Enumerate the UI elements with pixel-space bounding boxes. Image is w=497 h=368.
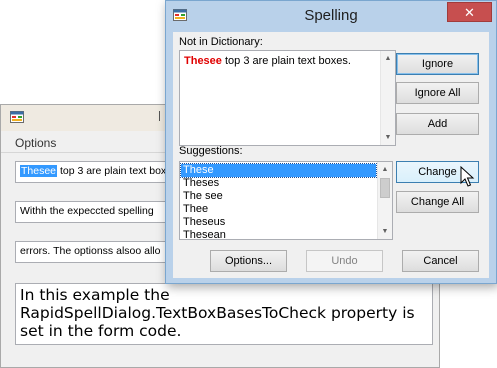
app-icon bbox=[10, 111, 24, 123]
context-text: top 3 are plain text boxes. bbox=[221, 55, 351, 67]
textbox-1[interactable]: Thesee top 3 are plain text box bbox=[15, 161, 175, 183]
options-button[interactable]: Options... bbox=[210, 250, 287, 272]
change-all-button[interactable]: Change All bbox=[396, 191, 479, 213]
scroll-up-arrow-icon[interactable]: ▲ bbox=[381, 51, 395, 66]
suggestion-item[interactable]: These bbox=[180, 163, 377, 178]
ignore-all-button[interactable]: Ignore All bbox=[396, 82, 479, 104]
suggestions-scrollbar[interactable]: ▲ ▼ bbox=[377, 162, 392, 239]
scrollbar-thumb[interactable] bbox=[380, 178, 390, 198]
scroll-up-arrow-icon[interactable]: ▲ bbox=[378, 162, 392, 177]
not-in-dictionary-label: Not in Dictionary: bbox=[179, 36, 263, 48]
suggestions-label: Suggestions: bbox=[179, 145, 243, 157]
textbox-2[interactable]: Withh the expeccted spelling bbox=[15, 201, 175, 223]
suggestion-item[interactable]: Theses bbox=[181, 177, 376, 190]
misspelled-word: Thesee bbox=[184, 55, 222, 67]
dialog-client-area: Not in Dictionary: Thesee top 3 are plai… bbox=[173, 32, 489, 278]
mouse-cursor-icon bbox=[460, 166, 475, 187]
suggestion-item[interactable]: Thee bbox=[181, 203, 376, 216]
spelling-dialog: Spelling ✕ Not in Dictionary: Thesee top… bbox=[165, 0, 497, 284]
cancel-button[interactable]: Cancel bbox=[402, 250, 479, 272]
ignore-button[interactable]: Ignore bbox=[396, 53, 479, 75]
rich-textbox[interactable]: In this example the RapidSpellDialog.Tex… bbox=[15, 283, 433, 345]
close-icon: ✕ bbox=[464, 5, 475, 20]
scroll-down-arrow-icon[interactable]: ▼ bbox=[381, 130, 395, 145]
menu-options[interactable]: Options bbox=[15, 136, 56, 150]
not-in-dictionary-text: Thesee top 3 are plain text boxes. bbox=[184, 55, 351, 67]
not-in-dictionary-textbox[interactable]: Thesee top 3 are plain text boxes. ▲ ▼ bbox=[179, 50, 396, 146]
highlighted-misspelling: Thesee bbox=[20, 165, 58, 177]
suggestion-item[interactable]: The see bbox=[181, 190, 376, 203]
textbox-1-text: top 3 are plain text box bbox=[57, 165, 167, 177]
suggestions-listbox[interactable]: These Theses The see Thee Theseus Thesea… bbox=[179, 161, 393, 240]
textbox-3[interactable]: errors. The optionss alsoo allo bbox=[15, 241, 175, 263]
undo-button[interactable]: Undo bbox=[306, 250, 383, 272]
add-button[interactable]: Add bbox=[396, 113, 479, 135]
dialog-titlebar[interactable]: Spelling ✕ bbox=[166, 1, 496, 31]
not-in-dictionary-scrollbar[interactable]: ▲ ▼ bbox=[380, 51, 395, 145]
suggestion-item[interactable]: Theseus bbox=[181, 216, 376, 229]
scroll-down-arrow-icon[interactable]: ▼ bbox=[378, 224, 392, 239]
close-button[interactable]: ✕ bbox=[447, 2, 492, 22]
suggestion-item[interactable]: Thesean bbox=[181, 229, 376, 239]
